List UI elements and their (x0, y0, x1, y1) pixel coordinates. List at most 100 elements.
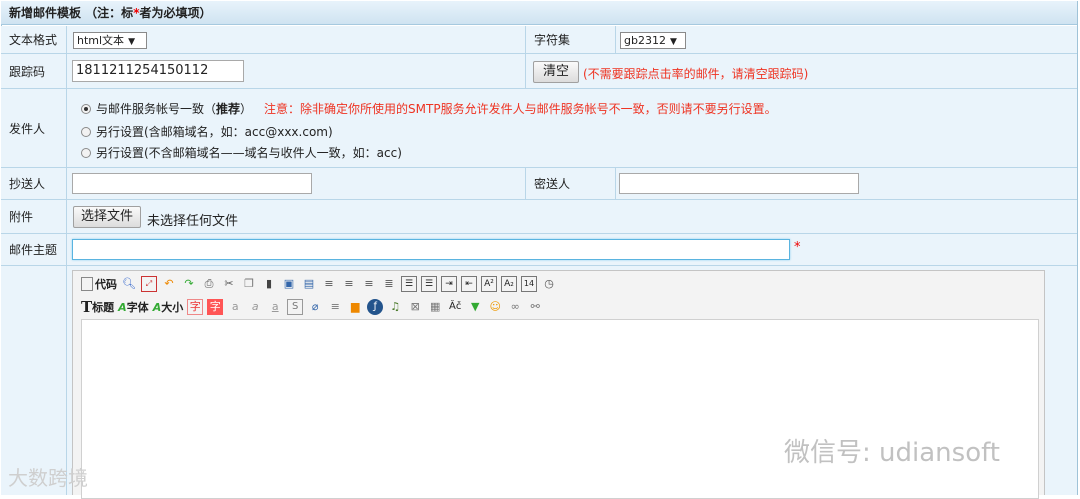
header-title-prefix: 新增邮件模板 （注：标 (9, 6, 134, 20)
align-right-icon[interactable]: ≡ (361, 276, 377, 292)
outdent-icon[interactable]: ⇤ (461, 276, 477, 292)
tracking-note: (不需要跟踪点击率的邮件，请清空跟踪码) (583, 67, 809, 81)
sender-option2-label: 另行设置(含邮箱域名，如：acc@xxx.com) (96, 125, 333, 139)
unordered-list-icon[interactable]: ☰ (421, 276, 437, 292)
table-icon[interactable]: ⊠ (407, 299, 423, 315)
sender-label: 发件人 (1, 89, 67, 167)
image-icon[interactable]: ▆ (347, 299, 363, 315)
align-center-icon[interactable]: ≡ (341, 276, 357, 292)
link-icon[interactable]: ∞ (507, 299, 523, 315)
paste-text-icon[interactable]: ▣ (281, 276, 297, 292)
tracking-label: 跟踪码 (1, 54, 67, 88)
font-size-button[interactable]: A 大小 (153, 299, 184, 315)
sender-option1-suffix: ） (240, 102, 253, 116)
header-title-suffix: 者为必填项） (139, 6, 212, 20)
heading-icon: T (81, 298, 93, 316)
italic-icon[interactable]: a (247, 299, 263, 315)
sender-option-default[interactable]: 与邮件服务帐号一致（ 推荐） 注意：除非确定你所使用的SMTP服务允许发件人与邮件… (81, 100, 777, 117)
source-code-label: 代码 (95, 278, 117, 291)
format-select-value: html文本 (77, 34, 125, 47)
date-icon[interactable]: 14 (521, 276, 537, 292)
sender-option1-bold: 推荐 (216, 102, 241, 116)
font-family-label: 字体 (126, 301, 149, 314)
toolbar-row-1: 代码 🔍︎ ⤢ ↶ ↷ ⎙ ✂ ❐ ▮ ▣ ▤ ≡ ≡ ≡ ≣ ☰ ☰ ⇥ ⇤ … (81, 276, 557, 292)
search-icon[interactable]: 🔍︎ (121, 276, 137, 292)
align-left-icon[interactable]: ≡ (321, 276, 337, 292)
flash-icon[interactable]: ƒ (367, 299, 384, 315)
radio-selected-icon[interactable] (81, 103, 91, 114)
clear-button[interactable]: 清空 (533, 61, 579, 83)
sender-option3-label: 另行设置(不含邮箱域名——域名与收件人一致，如：acc) (96, 146, 402, 160)
toolbar-row-2: T 标题 A 字体 A 大小 字 字 a a a S ⌀ ≡ ▆ ƒ ♫ ⊠ ▦ Ǎč… (81, 298, 543, 316)
spellcheck-icon[interactable]: Ǎč (447, 299, 463, 315)
align-justify-icon[interactable]: ≣ (381, 276, 397, 292)
unlink-icon[interactable]: ⚯ (527, 299, 543, 315)
ordered-list-icon[interactable]: ☰ (401, 276, 417, 292)
size-icon: A (152, 300, 162, 314)
hr-icon[interactable]: ▦ (427, 299, 443, 315)
subject-label: 邮件主题 (1, 234, 67, 265)
sender-option-custom-domain[interactable]: 另行设置(含邮箱域名，如：acc@xxx.com) (81, 123, 333, 140)
watermark-logo: 大数跨境 (8, 466, 88, 490)
row-sender: 发件人 与邮件服务帐号一致（ 推荐） 注意：除非确定你所使用的SMTP服务允许发件… (1, 89, 1077, 168)
format-label: 文本格式 (1, 26, 67, 53)
chevron-down-icon: ▼ (669, 37, 677, 47)
format-select[interactable]: html文本 ▼ (73, 32, 147, 49)
media-icon[interactable]: ♫ (387, 299, 403, 315)
bcc-input[interactable] (619, 173, 859, 194)
select-all-icon[interactable]: ≡ (327, 299, 343, 315)
paste-word-icon[interactable]: ▤ (301, 276, 317, 292)
bg-color-icon[interactable]: 字 (207, 299, 224, 315)
tracking-input[interactable]: 1811211254150112 (72, 60, 244, 82)
font-size-label: 大小 (161, 301, 184, 314)
chevron-down-icon: ▼ (128, 37, 135, 47)
font-color-icon[interactable]: 字 (187, 299, 204, 315)
font-icon: A (118, 300, 127, 314)
sender-warning: 注意：除非确定你所使用的SMTP服务允许发件人与邮件服务帐号不一致，否则请不要另… (264, 102, 777, 116)
strikethrough-icon[interactable]: S (287, 299, 304, 315)
redo-icon[interactable]: ↷ (181, 276, 197, 292)
cc-label: 抄送人 (1, 168, 67, 199)
emoticon-icon[interactable]: ☺ (487, 299, 503, 315)
subscript-icon[interactable]: A₂ (501, 276, 517, 292)
choose-file-button[interactable]: 选择文件 (73, 206, 141, 228)
radio-icon[interactable] (81, 126, 91, 137)
radio-icon[interactable] (81, 147, 91, 158)
cc-input[interactable] (72, 173, 312, 194)
font-family-button[interactable]: A 字体 (118, 299, 149, 315)
fullscreen-icon[interactable]: ⤢ (141, 276, 157, 292)
row-attachment: 附件 选择文件 未选择任何文件 (1, 200, 1077, 234)
attachment-label: 附件 (1, 200, 67, 233)
indent-icon[interactable]: ⇥ (441, 276, 457, 292)
row-cc: 抄送人 密送人 (1, 168, 1077, 200)
row-subject: 邮件主题 * (1, 234, 1077, 266)
attachment-status: 未选择任何文件 (147, 214, 239, 229)
remove-format-icon[interactable]: ⌀ (307, 299, 323, 315)
charset-select[interactable]: gb2312 ▼ (620, 32, 686, 49)
required-star: * (794, 240, 801, 255)
time-icon[interactable]: ◷ (541, 276, 557, 292)
bold-icon[interactable]: a (227, 299, 243, 315)
bcc-label: 密送人 (526, 168, 616, 199)
row-format: 文本格式 html文本 ▼ 字符集 gb2312 ▼ (1, 26, 1077, 54)
divider (525, 54, 526, 88)
special-char-icon[interactable]: ▼ (467, 299, 483, 315)
editor-content-area[interactable] (81, 319, 1039, 499)
copy-icon[interactable]: ❐ (241, 276, 257, 292)
row-tracking: 跟踪码 1811211254150112 清空 (不需要跟踪点击率的邮件，请清空… (1, 54, 1077, 89)
underline-icon[interactable]: a (267, 299, 283, 315)
undo-icon[interactable]: ↶ (161, 276, 177, 292)
superscript-icon[interactable]: A² (481, 276, 497, 292)
print-icon[interactable]: ⎙ (201, 276, 217, 292)
sender-option-custom-nodomain[interactable]: 另行设置(不含邮箱域名——域名与收件人一致，如：acc) (81, 144, 402, 161)
document-icon (81, 277, 93, 291)
paste-icon[interactable]: ▮ (261, 276, 277, 292)
cut-icon[interactable]: ✂ (221, 276, 237, 292)
source-code-button[interactable]: 代码 (81, 276, 117, 292)
charset-label: 字符集 (526, 26, 616, 53)
heading-button[interactable]: T 标题 (81, 298, 114, 316)
heading-label: 标题 (92, 301, 115, 314)
watermark-wechat: 微信号: udiansoft (784, 438, 1000, 468)
sender-option1-prefix: 与邮件服务帐号一致（ (96, 102, 217, 116)
subject-input[interactable] (72, 239, 790, 260)
